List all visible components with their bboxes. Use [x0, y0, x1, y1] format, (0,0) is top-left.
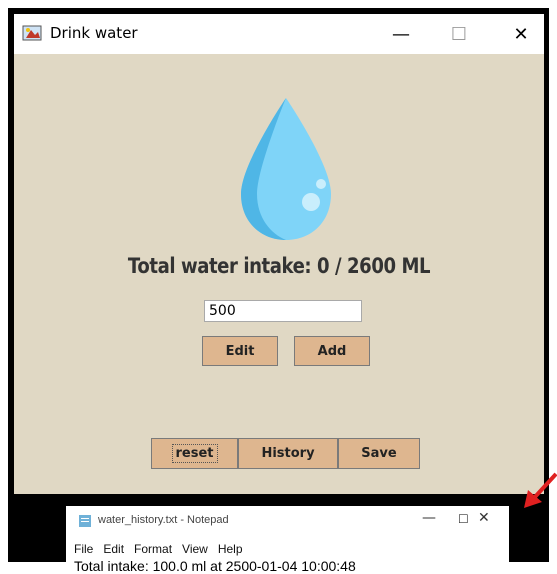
amount-input[interactable] [204, 300, 362, 322]
maximize-button[interactable]: ☐ [436, 14, 482, 54]
menu-format[interactable]: Format [134, 542, 172, 556]
notepad-window[interactable]: water_history.txt - Notepad — ☐ ✕ File E… [66, 506, 509, 574]
window-title: Drink water [50, 24, 138, 42]
notepad-icon [79, 515, 91, 527]
java-app-icon [22, 25, 42, 41]
close-button[interactable]: ✕ [498, 14, 544, 54]
menu-view[interactable]: View [182, 542, 208, 556]
menu-edit[interactable]: Edit [103, 542, 124, 556]
reset-button[interactable]: reset [151, 438, 238, 469]
notepad-maximize-button[interactable]: ☐ [458, 512, 469, 526]
menu-help[interactable]: Help [218, 542, 243, 556]
reset-label: reset [171, 444, 218, 463]
water-drop-icon [241, 98, 331, 240]
minimize-button[interactable]: — [378, 14, 424, 54]
notepad-menu-bar: File Edit Format View Help [74, 542, 243, 556]
notepad-minimize-button[interactable]: — [422, 510, 436, 526]
notepad-text-line: Total intake: 100.0 ml at 2500-01-04 10:… [74, 558, 356, 574]
history-button[interactable]: History [238, 438, 338, 469]
red-arrow-icon [524, 472, 557, 508]
total-intake-label: Total water intake: 0 / 2600 ML [127, 254, 431, 278]
save-button[interactable]: Save [338, 438, 420, 469]
main-panel: Total water intake: 0 / 2600 ML Edit Add… [14, 54, 544, 494]
add-button[interactable]: Add [294, 336, 370, 366]
title-bar[interactable]: Drink water — ☐ ✕ [14, 14, 544, 54]
edit-button[interactable]: Edit [202, 336, 278, 366]
menu-file[interactable]: File [74, 542, 93, 556]
notepad-close-button[interactable]: ✕ [478, 510, 490, 526]
notepad-title: water_history.txt - Notepad [98, 514, 229, 526]
